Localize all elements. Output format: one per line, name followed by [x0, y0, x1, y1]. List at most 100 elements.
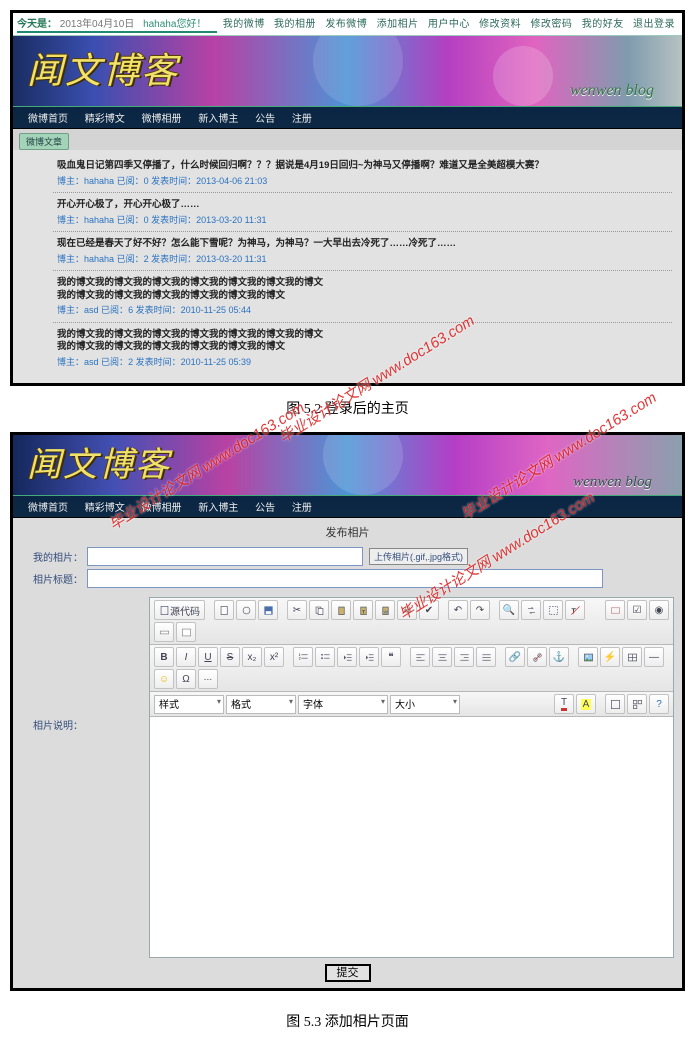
pagebreak-button[interactable] [198, 669, 218, 689]
submit-button[interactable]: 提交 [325, 964, 371, 982]
nav-home[interactable]: 微博首页 [28, 114, 68, 125]
nav-new-bloggers[interactable]: 新入博主 [198, 114, 238, 125]
redo-button[interactable]: ↷ [470, 600, 490, 620]
screenshot-homepage: 今天是： 2013年04月10日 hahaha您好！ 我的微博 我的相册 发布微… [10, 10, 685, 386]
post-item[interactable]: 开心开心极了，开心开心极了…… 博主：hahaha 已阅：0 发表时间：2013… [53, 193, 672, 232]
hr-button[interactable]: — [644, 647, 664, 667]
remove-format-button[interactable]: T [565, 600, 585, 620]
link-my-weibo[interactable]: 我的微博 [223, 19, 265, 30]
print-button[interactable] [397, 600, 417, 620]
show-blocks-button[interactable] [627, 694, 647, 714]
post-item[interactable]: 吸血鬼日记第四季又停播了，什么时候回归啊？？？据说是4月19日回归~为神马又停播… [53, 154, 672, 193]
post-item[interactable]: 我的博文我的博文我的博文我的博文我的博文我的博文我的博文 我的博文我的博文我的博… [53, 323, 672, 374]
smiley-button[interactable]: ☺ [154, 669, 174, 689]
new-doc-button[interactable] [214, 600, 234, 620]
post-title: 现在已经是春天了好不好？怎么能下雪呢？为神马，为神马？一大早出去冷死了……冷死了… [57, 238, 668, 251]
link-user-center[interactable]: 用户中心 [428, 19, 470, 30]
size-select[interactable]: 大小 [390, 695, 460, 714]
upload-photo-button[interactable]: 上传相片(.gif,.jpg格式) [369, 548, 468, 565]
unlink-button[interactable] [527, 647, 547, 667]
italic-button[interactable]: I [176, 647, 196, 667]
site-banner: 闻文博客 wenwen blog [13, 435, 682, 495]
align-right-button[interactable] [454, 647, 474, 667]
copy-button[interactable] [309, 600, 329, 620]
replace-button[interactable] [521, 600, 541, 620]
main-nav: 微博首页 精彩博文 微博相册 新入博主 公告 注册 [13, 495, 682, 518]
nav-register[interactable]: 注册 [292, 114, 312, 125]
nav-featured[interactable]: 精彩博文 [85, 503, 125, 514]
save-button[interactable] [258, 600, 278, 620]
figure-caption-2: 图 5.3 添加相片页面 [0, 997, 695, 1041]
table-button[interactable] [622, 647, 642, 667]
format-select[interactable]: 格式 [226, 695, 296, 714]
link-my-album[interactable]: 我的相册 [274, 19, 316, 30]
ol-button[interactable]: 12 [293, 647, 313, 667]
align-justify-button[interactable] [476, 647, 496, 667]
nav-notice[interactable]: 公告 [255, 503, 275, 514]
post-title: 开心开心极了，开心开心极了…… [57, 199, 668, 212]
maximize-button[interactable] [605, 694, 625, 714]
find-button[interactable]: 🔍 [499, 600, 519, 620]
nav-register[interactable]: 注册 [292, 503, 312, 514]
link-edit-profile[interactable]: 修改资料 [479, 19, 521, 30]
link-logout[interactable]: 退出登录 [633, 19, 675, 30]
link-edit-password[interactable]: 修改密码 [530, 19, 572, 30]
align-center-button[interactable] [432, 647, 452, 667]
nav-album[interactable]: 微博相册 [142, 503, 182, 514]
undo-button[interactable]: ↶ [448, 600, 468, 620]
rich-text-editor: 源代码 ✂ T W ✔ [149, 597, 674, 958]
checkbox-button[interactable]: ☑ [627, 600, 647, 620]
strike-button[interactable]: S [220, 647, 240, 667]
post-item[interactable]: 现在已经是春天了好不好？怎么能下雪呢？为神马，为神马？一大早出去冷死了……冷死了… [53, 232, 672, 271]
cut-button[interactable]: ✂ [287, 600, 307, 620]
nav-home[interactable]: 微博首页 [28, 503, 68, 514]
select-all-button[interactable] [543, 600, 563, 620]
bg-color-button[interactable]: A [576, 694, 596, 714]
row-photo: 我的相片： 上传相片(.gif,.jpg格式) [21, 547, 674, 566]
image-button[interactable] [578, 647, 598, 667]
preview-button[interactable] [236, 600, 256, 620]
today-date: 2013年04月10日 [60, 19, 135, 30]
post-item[interactable]: 我的博文我的博文我的博文我的博文我的博文我的博文我的博文 我的博文我的博文我的博… [53, 271, 672, 323]
about-button[interactable]: ? [649, 694, 669, 714]
superscript-button[interactable]: x² [264, 647, 284, 667]
ul-button[interactable] [315, 647, 335, 667]
nav-featured[interactable]: 精彩博文 [85, 114, 125, 125]
input-photo-title[interactable] [87, 569, 603, 588]
form-heading: 发布相片 [21, 522, 674, 544]
post-title: 吸血鬼日记第四季又停播了，什么时候回归啊？？？据说是4月19日回归~为神马又停播… [57, 160, 668, 173]
form-button[interactable] [605, 600, 625, 620]
editor-content-area[interactable] [150, 717, 673, 957]
paste-text-button[interactable]: T [353, 600, 373, 620]
link-my-friends[interactable]: 我的好友 [582, 19, 624, 30]
font-select[interactable]: 字体 [298, 695, 388, 714]
style-select[interactable]: 样式 [154, 695, 224, 714]
link-add-photo[interactable]: 添加相片 [377, 19, 419, 30]
blockquote-button[interactable]: ❝ [381, 647, 401, 667]
paste-button[interactable] [331, 600, 351, 620]
bold-button[interactable]: B [154, 647, 174, 667]
outdent-button[interactable] [337, 647, 357, 667]
nav-new-bloggers[interactable]: 新入博主 [198, 503, 238, 514]
radio-button[interactable]: ◉ [649, 600, 669, 620]
link-button[interactable]: 🔗 [505, 647, 525, 667]
textarea-button[interactable] [176, 622, 196, 642]
textfield-button[interactable] [154, 622, 174, 642]
subscript-button[interactable]: x₂ [242, 647, 262, 667]
paste-word-button[interactable]: W [375, 600, 395, 620]
align-left-button[interactable] [410, 647, 430, 667]
nav-notice[interactable]: 公告 [255, 114, 275, 125]
underline-button[interactable]: U [198, 647, 218, 667]
flash-button[interactable]: ⚡ [600, 647, 620, 667]
anchor-button[interactable]: ⚓ [549, 647, 569, 667]
spellcheck-button[interactable]: ✔ [419, 600, 439, 620]
link-post-weibo[interactable]: 发布微博 [325, 19, 367, 30]
screenshot-add-photo: 闻文博客 wenwen blog 微博首页 精彩博文 微博相册 新入博主 公告 … [10, 432, 685, 991]
source-code-button[interactable]: 源代码 [154, 600, 205, 620]
input-photo-path[interactable] [87, 547, 363, 566]
greeting-suffix: 您好！ [176, 19, 206, 30]
text-color-button[interactable]: T [554, 694, 574, 714]
indent-button[interactable] [359, 647, 379, 667]
special-char-button[interactable]: Ω [176, 669, 196, 689]
nav-album[interactable]: 微博相册 [142, 114, 182, 125]
